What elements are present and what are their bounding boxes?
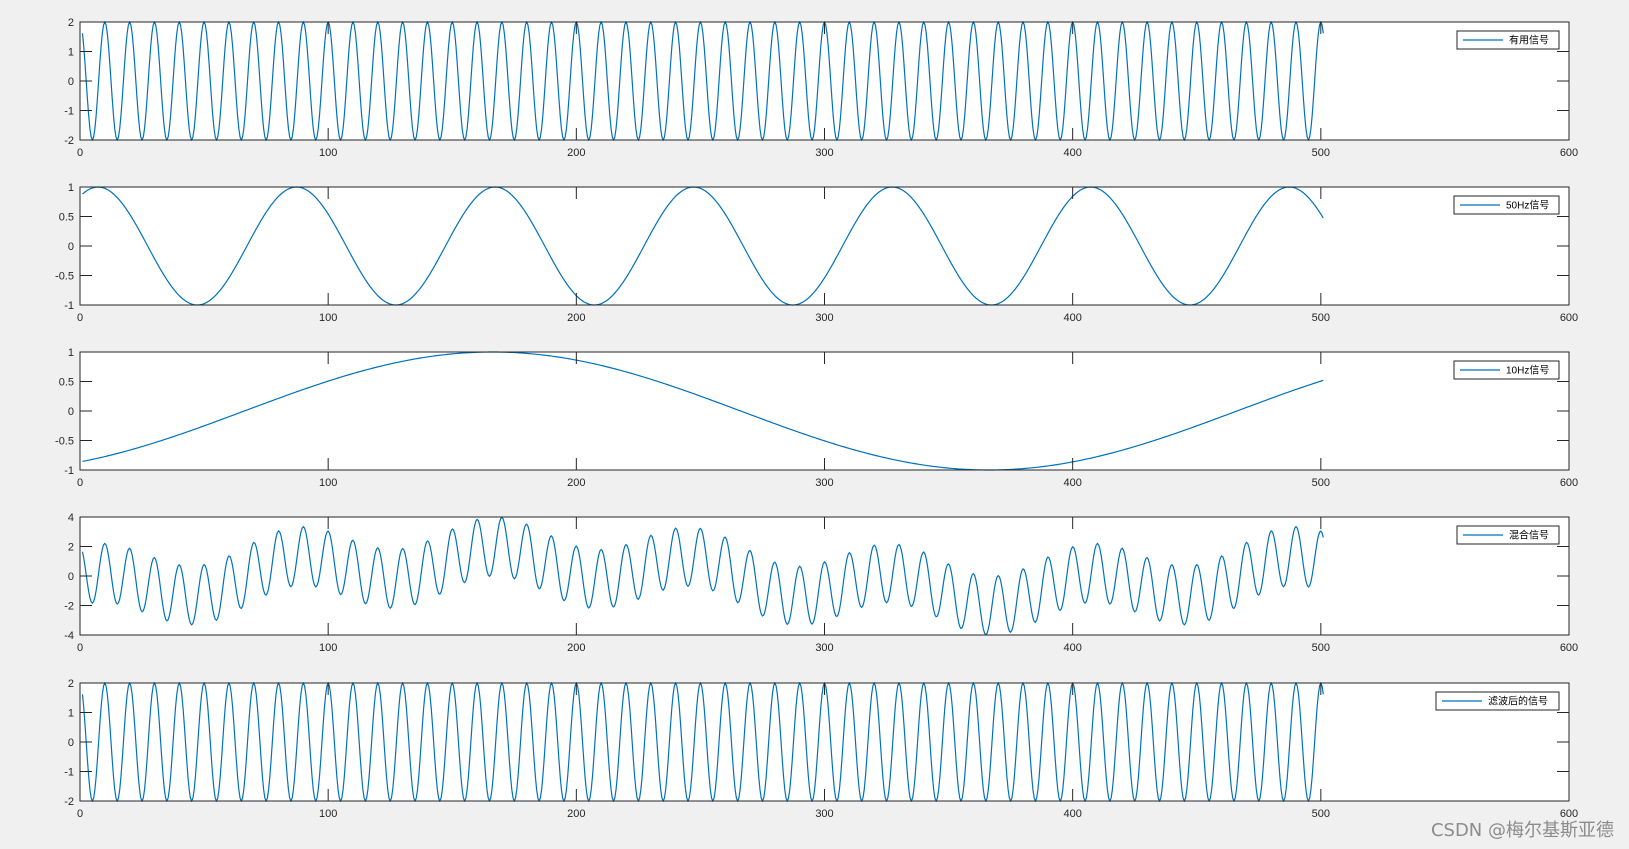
x-tick-label: 600: [1560, 642, 1578, 654]
y-tick-label: -1: [64, 300, 74, 312]
y-tick-label: 0: [68, 571, 74, 583]
x-tick-label: 300: [815, 312, 833, 324]
y-tick-label: 0: [68, 737, 74, 749]
axes-background: [80, 352, 1569, 470]
x-tick-label: 200: [567, 147, 585, 159]
x-tick-label: 100: [319, 477, 337, 489]
y-tick-label: -1: [64, 767, 74, 779]
watermark-text: CSDN @梅尔基斯亚德: [1431, 820, 1614, 841]
x-tick-label: 300: [815, 147, 833, 159]
subplot-3: 0 100 200 300 400 500 600 1 0.5 0 -0.5 -1 10Hz信号: [55, 347, 1578, 489]
x-tick-label: 300: [815, 808, 833, 820]
y-tick-label: -2: [64, 601, 74, 613]
subplot-2: 0 100 200 300 400 500 600 1 0.5 0 -0.5 -1 50Hz信号: [55, 182, 1578, 324]
y-tick-label: -0.5: [55, 271, 74, 283]
x-tick-label: 0: [77, 808, 83, 820]
y-tick-label: 2: [68, 17, 74, 29]
legend: 混合信号: [1456, 525, 1560, 545]
legend: 10Hz信号: [1453, 360, 1560, 380]
y-tick-label: -0.5: [55, 436, 74, 448]
x-tick-label: 500: [1312, 808, 1330, 820]
x-tick-label: 500: [1312, 312, 1330, 324]
y-tick-label: -1: [64, 106, 74, 118]
subplot-stack: 0 100 200 300 400 500 600210-1-2有用信号0 100 200 300…: [55, 17, 1578, 820]
y-tick-label: 0: [68, 241, 74, 253]
legend: 50Hz信号: [1453, 195, 1560, 215]
x-tick-label: 600: [1560, 808, 1578, 820]
x-tick-label: 600: [1560, 147, 1578, 159]
x-tick-label: 100: [319, 642, 337, 654]
figure-canvas: 0 100 200 300 400 500 600210-1-2有用信号0 100 200 300…: [0, 0, 1629, 849]
x-tick-label: 500: [1312, 147, 1330, 159]
x-tick-label: 200: [567, 808, 585, 820]
x-tick-label: 100: [319, 312, 337, 324]
y-tick-label: 1: [68, 347, 74, 359]
x-tick-label: 400: [1063, 147, 1081, 159]
x-tick-label: 400: [1063, 477, 1081, 489]
y-tick-label: -2: [64, 796, 74, 808]
y-tick-label: -1: [64, 465, 74, 477]
y-tick-label: -4: [64, 630, 74, 642]
y-tick-label: 1: [68, 708, 74, 720]
x-tick-label: 600: [1560, 312, 1578, 324]
subplot-4: 0 100 200 300 400 500 600 4 2 0 -2 -4 混合信号: [64, 512, 1578, 654]
legend: 滤波后的信号: [1435, 691, 1560, 711]
x-tick-label: 100: [319, 147, 337, 159]
x-tick-label: 300: [815, 642, 833, 654]
x-tick-label: 0: [77, 477, 83, 489]
x-tick-label: 400: [1063, 312, 1081, 324]
y-tick-label: 1: [68, 47, 74, 59]
y-tick-label: 0.5: [59, 212, 74, 224]
x-tick-label: 100: [319, 808, 337, 820]
axes-background: [80, 22, 1569, 140]
axes-background: [80, 683, 1569, 801]
y-tick-label: 2: [68, 542, 74, 554]
figure: 0 100 200 300 400 500 600 2 1 0 -1 -2 有用信号 0 100 200 300…: [0, 0, 1629, 849]
legend-label: 滤波后的信号: [1488, 695, 1548, 708]
subplot-5: 0 100 200 300 400 500 600 2 1 0 -1 -2 滤波后的信号: [64, 678, 1578, 820]
x-tick-label: 0: [77, 312, 83, 324]
legend-label: 混合信号: [1509, 529, 1549, 542]
x-tick-label: 300: [815, 477, 833, 489]
y-tick-label: 0.5: [59, 377, 74, 389]
legend-label: 有用信号: [1509, 34, 1549, 47]
x-tick-label: 200: [567, 642, 585, 654]
x-tick-label: 0: [77, 147, 83, 159]
x-tick-label: 500: [1312, 642, 1330, 654]
axes-background: [80, 517, 1569, 635]
x-tick-label: 200: [567, 477, 585, 489]
y-tick-label: 4: [68, 512, 74, 524]
y-tick-label: 2: [68, 678, 74, 690]
legend: 有用信号: [1456, 30, 1560, 50]
legend-label: 10Hz信号: [1506, 365, 1549, 377]
y-tick-label: -2: [64, 135, 74, 147]
x-tick-label: 400: [1063, 808, 1081, 820]
x-tick-label: 600: [1560, 477, 1578, 489]
y-tick-label: 0: [68, 76, 74, 88]
x-tick-label: 400: [1063, 642, 1081, 654]
legend-label: 50Hz信号: [1506, 200, 1549, 212]
subplot-1: 0 100 200 300 400 500 600 2 1 0 -1 -2 有用信号: [64, 17, 1578, 159]
x-tick-label: 200: [567, 312, 585, 324]
x-tick-label: 0: [77, 642, 83, 654]
x-tick-label: 500: [1312, 477, 1330, 489]
y-tick-label: 0: [68, 406, 74, 418]
y-tick-label: 1: [68, 182, 74, 194]
axes-background: [80, 187, 1569, 305]
